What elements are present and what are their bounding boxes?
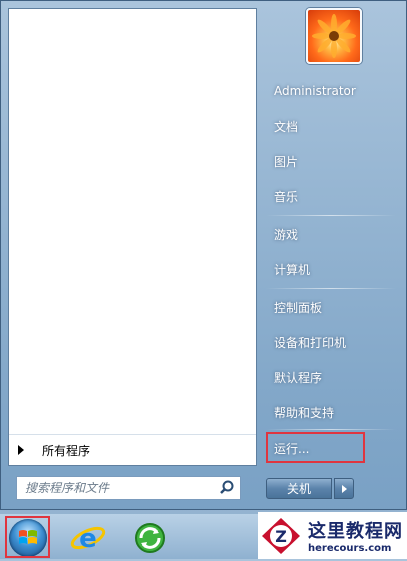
update-icon[interactable] [130,518,170,558]
programs-pane: 所有程序 [8,8,257,466]
menu-item-computer[interactable]: 计算机 [266,254,401,284]
svg-text:Z: Z [275,527,287,546]
menu-item-label: 计算机 [274,262,311,277]
menu-item-label: 图片 [274,154,299,169]
watermark: Z 这里教程网 herecours.com [258,512,407,559]
menu-item-label: 文档 [274,119,299,134]
triangle-right-icon [341,484,347,493]
internet-explorer-icon[interactable]: e [68,518,108,558]
search-input[interactable] [17,477,218,499]
watermark-url: herecours.com [308,543,392,554]
menu-item-documents[interactable]: 文档 [266,111,401,141]
menu-item-help-support[interactable]: 帮助和支持 [266,397,401,427]
menu-item-label: 帮助和支持 [274,405,335,420]
triangle-right-icon [18,445,24,455]
all-programs-item[interactable]: 所有程序 [9,434,256,465]
menu-item-label: 控制面板 [274,300,323,315]
user-name: Administrator [274,84,356,98]
menu-item-pictures[interactable]: 图片 [266,146,401,176]
start-highlight-box [5,516,50,558]
watermark-title: 这里教程网 [308,521,403,542]
watermark-logo-icon: Z [262,517,300,554]
user-avatar[interactable] [306,8,362,64]
run-highlight-box [266,432,365,463]
separator [266,429,396,430]
all-programs-label: 所有程序 [42,443,91,458]
shutdown-label: 关机 [286,482,311,496]
separator [266,215,396,216]
search-icon[interactable] [218,479,236,497]
menu-item-control-panel[interactable]: 控制面板 [266,292,401,322]
menu-item-devices-printers[interactable]: 设备和打印机 [266,327,401,357]
shutdown-button[interactable]: 关机 [266,478,332,499]
menu-item-games[interactable]: 游戏 [266,219,401,249]
menu-item-default-programs[interactable]: 默认程序 [266,362,401,392]
search-box[interactable] [16,476,241,500]
menu-item-music[interactable]: 音乐 [266,181,401,211]
separator [266,288,396,289]
user-name-item[interactable]: Administrator [266,76,401,106]
menu-item-label: 默认程序 [274,370,323,385]
flower-icon [312,14,356,58]
svg-text:e: e [79,524,97,554]
shutdown-options-button[interactable] [334,478,354,499]
menu-item-label: 音乐 [274,189,299,204]
menu-item-label: 游戏 [274,227,299,242]
menu-item-label: 设备和打印机 [274,335,347,350]
